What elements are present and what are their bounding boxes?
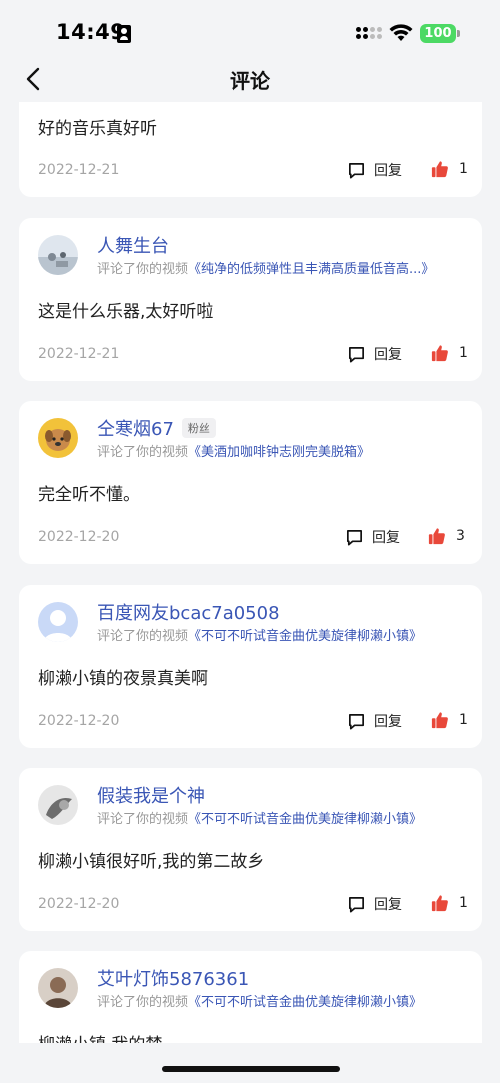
comment-text: 完全听不懂。 <box>38 485 140 505</box>
battery-tip <box>457 30 460 37</box>
cellular-signal-icon <box>356 25 382 43</box>
username[interactable]: 仝寒烟67 粉丝 <box>97 415 216 441</box>
reply-label: 回复 <box>374 347 402 363</box>
status-time: 14:49 <box>56 20 126 44</box>
video-link[interactable]: 《不可不听试音金曲优美旋律柳濑小镇》 <box>188 812 422 827</box>
comment-text: 这是什么乐器,太好听啦 <box>38 302 214 322</box>
commented-video-label: 评论了你的视频 <box>97 445 189 460</box>
like-button[interactable]: 1 <box>431 344 468 362</box>
like-button[interactable]: 3 <box>428 527 465 545</box>
thumbs-up-icon <box>431 161 448 178</box>
reply-label: 回复 <box>374 897 402 913</box>
user-avatar[interactable] <box>38 968 78 1008</box>
status-bar: 14:49 100 <box>0 0 500 56</box>
user-avatar[interactable] <box>38 785 78 825</box>
username-text[interactable]: 仝寒烟67 <box>97 419 174 440</box>
page-title: 评论 <box>230 69 270 93</box>
comment-source: 评论了你的视频《纯净的低频弹性且丰满高质量低音高...》 <box>97 258 434 277</box>
username[interactable]: 假装我是个神 <box>97 782 205 808</box>
reply-button[interactable]: 回复 <box>345 527 400 547</box>
reply-button[interactable]: 回复 <box>347 711 402 731</box>
thumbs-up-icon <box>431 712 448 729</box>
thumbs-up-icon <box>428 528 445 545</box>
reply-label: 回复 <box>372 530 400 546</box>
username[interactable]: 艾叶灯饰5876361 <box>97 965 249 991</box>
video-link[interactable]: 《美酒加咖啡钟志刚完美脱箱》 <box>188 445 370 460</box>
comments-screen: 14:49 100 评论 好的音乐真好听 2022-12-21 回复 1 人舞生… <box>0 0 500 1083</box>
reply-label: 回复 <box>374 163 402 179</box>
comment-card: 艾叶灯饰5876361 评论了你的视频《不可不听试音金曲优美旋律柳濑小镇》 柳濑… <box>19 951 482 1043</box>
comment-date: 2022-12-21 <box>38 162 120 178</box>
comment-source: 评论了你的视频《不可不听试音金曲优美旋律柳濑小镇》 <box>97 991 422 1010</box>
commented-video-label: 评论了你的视频 <box>97 995 189 1010</box>
user-avatar[interactable] <box>38 235 78 275</box>
comment-source: 评论了你的视频《不可不听试音金曲优美旋律柳濑小镇》 <box>97 625 422 644</box>
like-count: 1 <box>459 345 468 361</box>
comment-source: 评论了你的视频《不可不听试音金曲优美旋律柳濑小镇》 <box>97 808 422 827</box>
battery-indicator: 100 <box>420 24 456 43</box>
like-button[interactable]: 1 <box>431 711 468 729</box>
like-count: 1 <box>459 712 468 728</box>
like-count: 1 <box>459 161 468 177</box>
like-button[interactable]: 1 <box>431 160 468 178</box>
comment-date: 2022-12-20 <box>38 713 120 729</box>
commented-video-label: 评论了你的视频 <box>97 629 189 644</box>
reply-icon <box>346 529 363 545</box>
comment-text: 柳濑小镇很好听,我的第二故乡 <box>38 852 265 872</box>
comment-text: 柳濑小镇的夜景真美啊 <box>38 669 208 689</box>
commented-video-label: 评论了你的视频 <box>97 812 189 827</box>
thumbs-up-icon <box>431 895 448 912</box>
thumbs-up-icon <box>431 345 448 362</box>
commented-video-label: 评论了你的视频 <box>97 262 189 277</box>
reply-button[interactable]: 回复 <box>347 160 402 180</box>
reply-label: 回复 <box>374 714 402 730</box>
video-link[interactable]: 《纯净的低频弹性且丰满高质量低音高...》 <box>188 262 434 277</box>
like-count: 1 <box>459 895 468 911</box>
comment-date: 2022-12-21 <box>38 346 120 362</box>
fan-badge: 粉丝 <box>181 418 216 438</box>
wifi-icon <box>389 24 413 41</box>
comment-text: 好的音乐真好听 <box>38 119 157 139</box>
reply-icon <box>348 713 365 729</box>
user-avatar[interactable] <box>38 602 78 642</box>
video-link[interactable]: 《不可不听试音金曲优美旋律柳濑小镇》 <box>188 629 422 644</box>
user-avatar[interactable] <box>38 418 78 458</box>
reply-button[interactable]: 回复 <box>347 894 402 914</box>
id-card-icon <box>117 25 131 43</box>
like-count: 3 <box>456 528 465 544</box>
reply-icon <box>348 346 365 362</box>
comment-card: 假装我是个神 评论了你的视频《不可不听试音金曲优美旋律柳濑小镇》 柳濑小镇很好听… <box>19 768 482 931</box>
username[interactable]: 百度网友bcac7a0508 <box>97 599 280 625</box>
comment-card: 仝寒烟67 粉丝 评论了你的视频《美酒加咖啡钟志刚完美脱箱》 完全听不懂。 202… <box>19 401 482 564</box>
comment-source: 评论了你的视频《美酒加咖啡钟志刚完美脱箱》 <box>97 441 370 460</box>
comment-card: 百度网友bcac7a0508 评论了你的视频《不可不听试音金曲优美旋律柳濑小镇》… <box>19 585 482 748</box>
home-indicator[interactable] <box>162 1066 340 1072</box>
comment-date: 2022-12-20 <box>38 529 120 545</box>
username[interactable]: 人舞生台 <box>97 232 169 258</box>
reply-icon <box>348 896 365 912</box>
comment-card: 人舞生台 评论了你的视频《纯净的低频弹性且丰满高质量低音高...》 这是什么乐器… <box>19 218 482 381</box>
reply-button[interactable]: 回复 <box>347 344 402 364</box>
like-button[interactable]: 1 <box>431 894 468 912</box>
nav-bar: 评论 <box>0 56 500 102</box>
reply-icon <box>348 162 365 178</box>
comment-text: 柳濑小镇 我的梦 <box>38 1030 162 1043</box>
video-link[interactable]: 《不可不听试音金曲优美旋律柳濑小镇》 <box>188 995 422 1010</box>
comment-date: 2022-12-20 <box>38 896 120 912</box>
